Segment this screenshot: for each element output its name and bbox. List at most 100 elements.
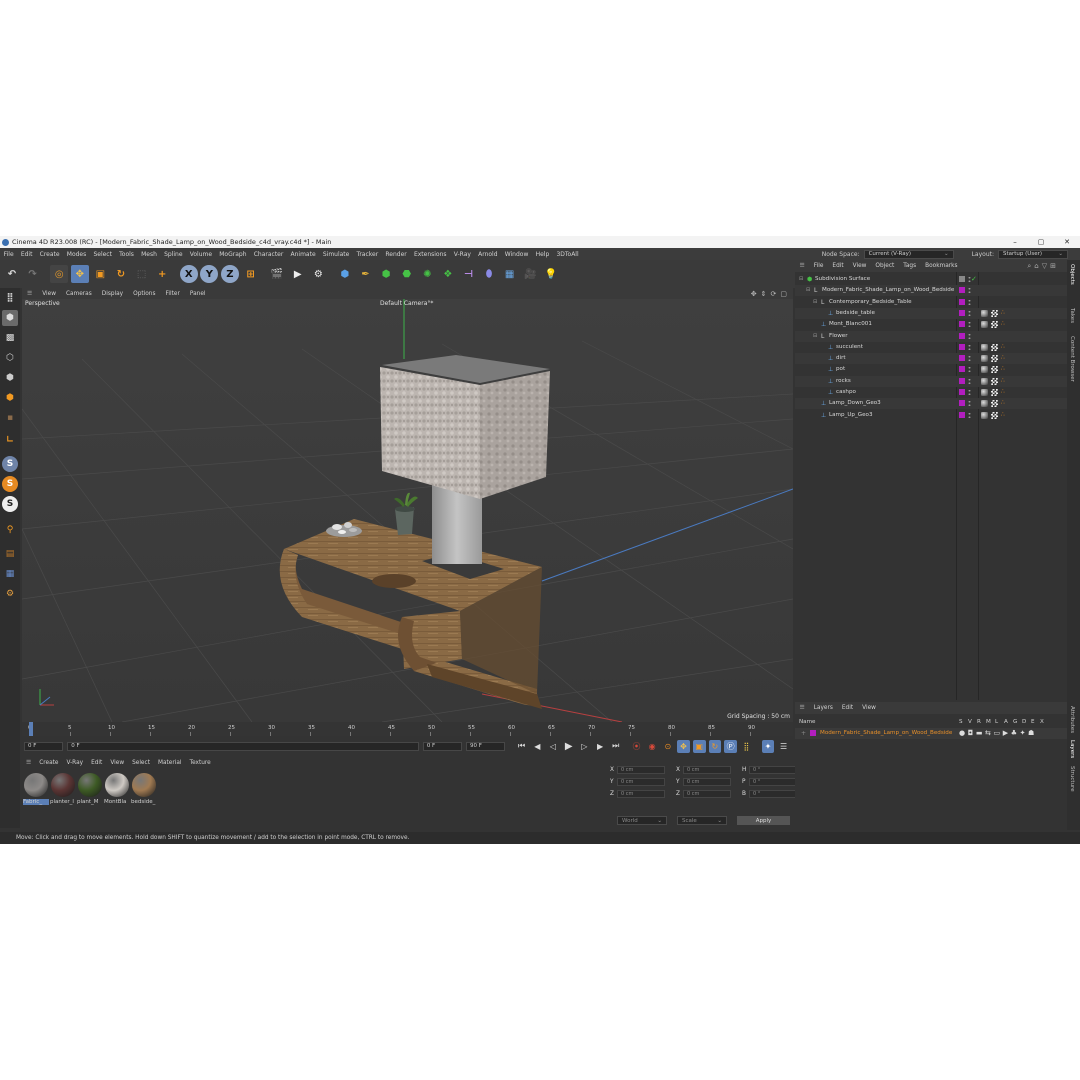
menu-modes[interactable]: Modes bbox=[63, 251, 90, 258]
rotate-tool-icon[interactable]: ↻ bbox=[112, 265, 130, 283]
dolly-icon[interactable]: ⇕ bbox=[761, 290, 767, 298]
layer-color-swatch[interactable] bbox=[959, 298, 965, 305]
material-tag-icon[interactable] bbox=[981, 377, 988, 385]
coordinate-space-dropdown[interactable]: World ⌄ bbox=[617, 816, 667, 825]
layer-color-swatch[interactable] bbox=[959, 309, 965, 316]
layer-color-swatch[interactable] bbox=[959, 287, 965, 294]
range-start-field[interactable]: 0 F bbox=[67, 741, 419, 751]
uvw-tag-icon[interactable] bbox=[991, 355, 998, 363]
redo-icon[interactable]: ↷ bbox=[24, 265, 42, 283]
object-name[interactable]: dirt bbox=[836, 355, 846, 361]
collapse-icon[interactable]: ⊟ bbox=[806, 287, 812, 294]
undo-icon[interactable]: ↶ bbox=[3, 265, 21, 283]
menu-window[interactable]: Window bbox=[501, 251, 532, 258]
cube-primitive-icon[interactable]: ⬢ bbox=[336, 265, 354, 283]
menu-mesh[interactable]: Mesh bbox=[138, 251, 161, 258]
material-swatch[interactable]: bedside_ bbox=[131, 773, 157, 811]
timeline-menu-icon[interactable]: ☰ bbox=[777, 740, 790, 753]
layer-color-swatch[interactable] bbox=[959, 400, 965, 407]
object-row[interactable]: ⊥ Lamp_Up_Geo3 ∴ bbox=[795, 410, 1067, 421]
object-row[interactable]: ⊥ succulent ∴ bbox=[795, 342, 1067, 353]
pos-z-field[interactable]: 0 cm bbox=[617, 790, 665, 798]
autokey-icon[interactable]: ◉ bbox=[646, 740, 659, 753]
polygons-mode-icon[interactable]: ⬢ bbox=[2, 390, 18, 406]
collapse-icon[interactable]: ⊟ bbox=[813, 299, 819, 306]
material-menu-texture[interactable]: Texture bbox=[186, 760, 215, 766]
object-row[interactable]: ⊟ L Flower bbox=[795, 330, 1067, 342]
layer-menu-view[interactable]: View bbox=[858, 705, 881, 711]
menu-tracker[interactable]: Tracker bbox=[353, 251, 382, 258]
keyframe-selection-icon[interactable]: ⊙ bbox=[661, 740, 674, 753]
material-menu-vray[interactable]: V-Ray bbox=[62, 760, 87, 766]
prev-frame-icon[interactable]: ◁ bbox=[547, 740, 560, 753]
texture-mode-icon[interactable]: ▩ bbox=[2, 330, 18, 346]
object-menu-edit[interactable]: Edit bbox=[828, 263, 848, 269]
visibility-dots-icon[interactable] bbox=[968, 411, 971, 419]
goto-end-icon[interactable]: ⏭ bbox=[609, 740, 622, 753]
visibility-dots-icon[interactable] bbox=[968, 343, 971, 351]
viewport-menu-panel[interactable]: Panel bbox=[185, 291, 211, 297]
uvw-tag-icon[interactable] bbox=[991, 343, 998, 351]
layer-color-swatch[interactable] bbox=[959, 355, 965, 362]
collapse-icon[interactable]: ⊟ bbox=[813, 333, 819, 340]
maximize-view-icon[interactable]: ▢ bbox=[780, 290, 787, 298]
layer-menu-edit[interactable]: Edit bbox=[837, 705, 857, 711]
visibility-dots-icon[interactable] bbox=[968, 332, 971, 340]
material-tag-icon[interactable] bbox=[981, 343, 988, 351]
material-menu-select[interactable]: Select bbox=[128, 760, 154, 766]
menu-spline[interactable]: Spline bbox=[161, 251, 187, 258]
menu-animate[interactable]: Animate bbox=[287, 251, 319, 258]
object-menu-object[interactable]: Object bbox=[871, 263, 899, 269]
render-picture-viewer-icon[interactable]: ▶ bbox=[289, 265, 307, 283]
subdivision-surface-icon[interactable]: ⬢ bbox=[377, 265, 395, 283]
minimize-button[interactable]: – bbox=[1002, 236, 1028, 248]
enabled-check-icon[interactable]: ✓ bbox=[971, 275, 977, 283]
material-swatch[interactable]: Fabric_ bbox=[23, 773, 49, 811]
menu-render[interactable]: Render bbox=[382, 251, 411, 258]
key-scale-icon[interactable]: ▣ bbox=[692, 739, 706, 753]
snap-icon[interactable]: S bbox=[2, 456, 18, 472]
viewport-menu-cameras[interactable]: Cameras bbox=[61, 291, 97, 297]
material-tag-icon[interactable] bbox=[981, 355, 988, 363]
layer-color-swatch[interactable] bbox=[959, 276, 965, 282]
rot-p-field[interactable]: 0 ° bbox=[749, 778, 797, 786]
live-selection-icon[interactable]: ◎ bbox=[50, 265, 69, 283]
material-tag-icon[interactable] bbox=[981, 321, 988, 329]
material-swatch[interactable]: MontBla bbox=[104, 773, 130, 811]
close-button[interactable]: ✕ bbox=[1054, 236, 1080, 248]
key-rotation-icon[interactable]: ↻ bbox=[708, 739, 722, 753]
pos-x-field[interactable]: 0 cm bbox=[617, 766, 665, 774]
expand-icon[interactable]: + bbox=[801, 730, 806, 737]
material-tag-icon[interactable] bbox=[981, 411, 988, 419]
object-row[interactable]: ⊥ Lamp_Down_Geo3 ∴ bbox=[795, 398, 1067, 410]
object-panel-icon[interactable]: ☰ bbox=[795, 263, 809, 269]
points-mode-icon[interactable]: ⬡ bbox=[2, 350, 18, 366]
start-frame-field[interactable]: 0 F bbox=[422, 741, 463, 751]
visibility-dots-icon[interactable] bbox=[968, 389, 971, 396]
layer-flag-toggles[interactable]: ●◘▬⇆▭▶♣✦☗ bbox=[959, 729, 1037, 737]
model-mode-icon[interactable]: ⬢ bbox=[2, 310, 18, 326]
paint-icon[interactable]: ▤ bbox=[2, 546, 18, 562]
timeline-ruler[interactable]: 051015202530354045505560657075808590 bbox=[22, 722, 793, 736]
material-menu-create[interactable]: Create bbox=[35, 760, 62, 766]
home-icon[interactable]: ⌂ bbox=[1034, 262, 1041, 270]
visibility-dots-icon[interactable] bbox=[968, 298, 971, 306]
mograph-cloner-icon[interactable]: ❖ bbox=[439, 265, 457, 283]
object-name[interactable]: Contemporary_Bedside_Table bbox=[829, 299, 912, 305]
uvw-tag-icon[interactable] bbox=[991, 411, 998, 419]
visibility-dots-icon[interactable] bbox=[968, 377, 971, 385]
cloner-icon[interactable]: ✺ bbox=[418, 265, 436, 283]
phong-tag-icon[interactable]: ∴ bbox=[1001, 399, 1005, 406]
end-frame-field[interactable]: 90 F bbox=[466, 741, 506, 751]
floor-icon[interactable]: ▦ bbox=[501, 265, 519, 283]
uvw-tag-icon[interactable] bbox=[991, 377, 998, 385]
playhead-handle[interactable] bbox=[29, 722, 33, 736]
material-swatch[interactable]: planter_l bbox=[50, 773, 76, 811]
object-name[interactable]: Lamp_Up_Geo3 bbox=[829, 412, 873, 418]
layer-color-swatch[interactable] bbox=[959, 332, 965, 339]
current-frame-field[interactable]: 0 F bbox=[24, 741, 64, 751]
coordinate-system-icon[interactable]: ⊞ bbox=[242, 265, 260, 283]
uvw-tag-icon[interactable] bbox=[991, 309, 998, 317]
menu-file[interactable]: File bbox=[0, 251, 17, 258]
menu-vray[interactable]: V-Ray bbox=[450, 251, 474, 258]
